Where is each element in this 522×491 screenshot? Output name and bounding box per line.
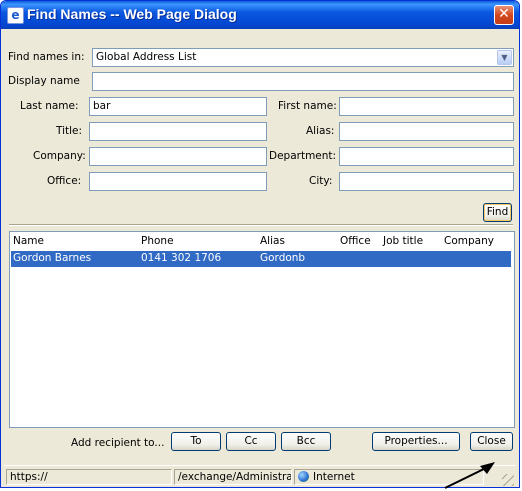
properties-button[interactable]: Properties... xyxy=(372,432,460,451)
column-header-alias[interactable]: Alias xyxy=(260,235,285,247)
office-label: Office: xyxy=(47,175,82,187)
divider xyxy=(9,224,513,226)
globe-icon xyxy=(298,471,309,482)
table-row[interactable]: Gordon Barnes 0141 302 1706 Gordonb xyxy=(11,251,511,267)
status-path: /exchange/Administrat xyxy=(174,469,292,485)
title-field[interactable] xyxy=(89,122,267,141)
title-label: Title: xyxy=(56,125,83,137)
add-recipient-label: Add recipient to... xyxy=(71,437,165,449)
display-name-field[interactable] xyxy=(92,72,514,91)
alias-field[interactable] xyxy=(339,122,514,141)
find-button[interactable]: Find xyxy=(483,203,512,222)
bcc-button[interactable]: Bcc xyxy=(281,432,331,451)
resize-grip-icon[interactable] xyxy=(502,474,514,486)
department-field[interactable] xyxy=(339,147,514,166)
column-header-office[interactable]: Office xyxy=(340,235,371,247)
find-names-in-value: Global Address List xyxy=(96,51,197,63)
city-label: City: xyxy=(309,175,333,187)
close-window-button[interactable]: ✕ xyxy=(494,5,514,25)
title-bar[interactable]: e Find Names -- Web Page Dialog ✕ xyxy=(1,1,519,29)
cell-name: Gordon Barnes xyxy=(13,252,92,264)
to-button[interactable]: To xyxy=(171,432,221,451)
first-name-field[interactable] xyxy=(339,97,514,116)
find-names-in-select[interactable]: Global Address List ▼ xyxy=(92,48,514,67)
results-list[interactable]: Name Phone Alias Office Job title Compan… xyxy=(9,231,515,428)
status-zone: Internet xyxy=(294,469,484,485)
cc-button[interactable]: Cc xyxy=(226,432,276,451)
chevron-down-icon[interactable]: ▼ xyxy=(497,50,512,65)
column-header-phone[interactable]: Phone xyxy=(141,235,174,247)
find-names-dialog: e Find Names -- Web Page Dialog ✕ Find n… xyxy=(0,0,520,488)
first-name-label: First name: xyxy=(278,100,337,112)
column-header-job-title[interactable]: Job title xyxy=(383,235,423,247)
alias-label: Alias: xyxy=(306,125,335,137)
last-name-field[interactable]: bar xyxy=(89,97,267,116)
status-zone-label: Internet xyxy=(313,471,355,483)
ie-page-icon: e xyxy=(7,7,24,24)
last-name-label: Last name: xyxy=(20,100,79,112)
close-button[interactable]: Close xyxy=(470,432,513,451)
company-field[interactable] xyxy=(89,147,267,166)
office-field[interactable] xyxy=(89,172,267,191)
status-url: https:// xyxy=(6,469,172,485)
dialog-body: Find names in: Global Address List ▼ Dis… xyxy=(4,29,516,465)
find-names-in-label: Find names in: xyxy=(8,51,85,63)
cell-alias: Gordonb xyxy=(260,252,306,264)
column-header-name[interactable]: Name xyxy=(13,235,44,247)
status-bar: https:// /exchange/Administrat Internet xyxy=(4,465,516,487)
company-label: Company: xyxy=(33,150,86,162)
display-name-label: Display name xyxy=(8,75,80,87)
window-title: Find Names -- Web Page Dialog xyxy=(27,6,237,22)
city-field[interactable] xyxy=(339,172,514,191)
cell-phone: 0141 302 1706 xyxy=(141,252,222,264)
column-header-company[interactable]: Company xyxy=(444,235,494,247)
department-label: Department: xyxy=(269,150,337,162)
